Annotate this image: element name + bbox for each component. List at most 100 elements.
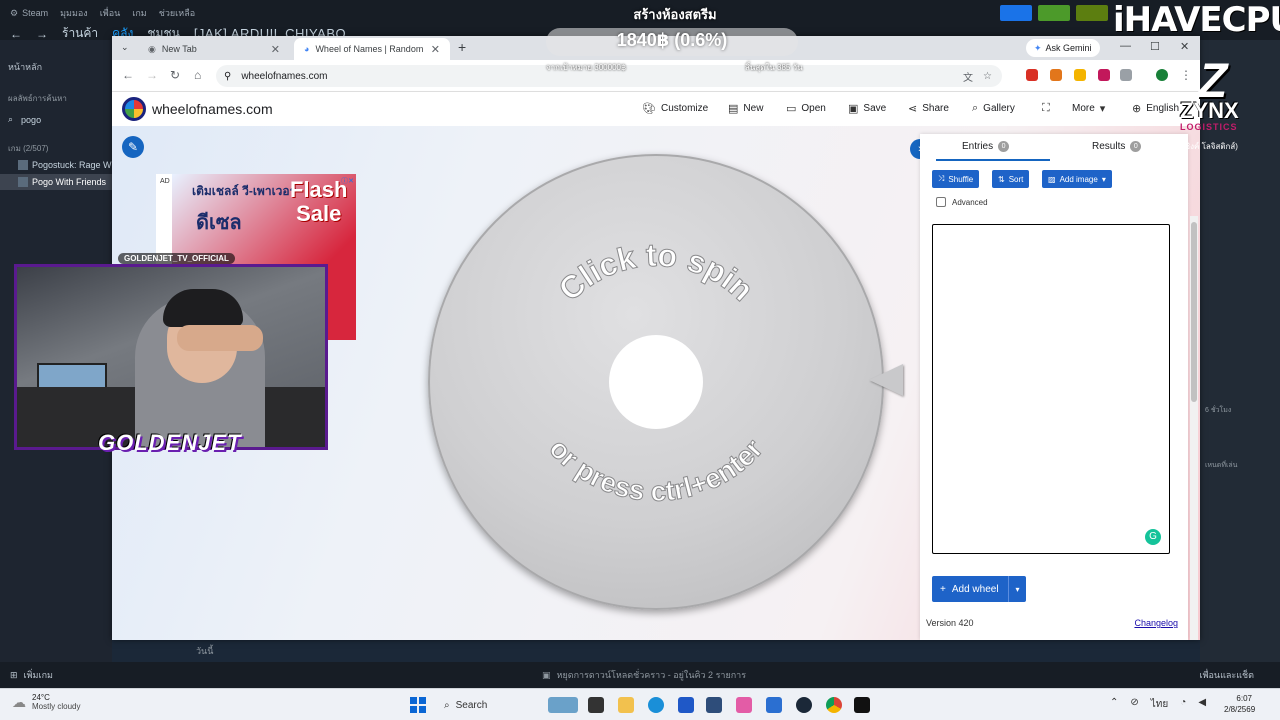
tab-results[interactable]: Results 0 xyxy=(1092,141,1142,152)
steam-search[interactable]: ⌕ pogo xyxy=(8,114,41,125)
minimize-icon[interactable]: — xyxy=(1120,40,1131,52)
grammarly-icon[interactable]: G xyxy=(1145,529,1161,545)
more-menu-icon[interactable]: ⋮ xyxy=(1180,68,1192,82)
plus-icon: ⊞ xyxy=(10,669,18,680)
steam-games-header[interactable]: เกม (2/507) xyxy=(8,142,48,155)
notification-bell-icon[interactable] xyxy=(1038,5,1070,21)
tab-entries[interactable]: Entries 0 xyxy=(962,141,1010,152)
app-icon[interactable] xyxy=(854,697,870,713)
close-icon[interactable]: ✕ xyxy=(271,43,280,56)
site-logo[interactable] xyxy=(122,97,146,121)
caret-down-icon: ▾ xyxy=(1101,174,1106,184)
edge-icon[interactable] xyxy=(648,697,664,713)
broadcast-icon[interactable] xyxy=(1000,5,1032,21)
changelog-link[interactable]: Changelog xyxy=(1134,618,1178,628)
home-icon[interactable]: ⌂ xyxy=(194,68,201,82)
back-arrow-icon[interactable]: ← xyxy=(122,68,134,82)
nav-save[interactable]: ▣ Save xyxy=(848,102,886,115)
window-close-icon[interactable]: ✕ xyxy=(1180,40,1189,53)
steam-menu-item[interactable]: ช่วยเหลือ xyxy=(159,6,195,20)
downloads-status[interactable]: ▣ หยุดการดาวน์โหลดชั่วคราว - อยู่ในคิว 2… xyxy=(542,668,746,682)
friends-chat-button[interactable]: เพื่อนและแช็ต xyxy=(1200,668,1254,682)
back-arrow-icon[interactable]: ← xyxy=(10,27,22,41)
fullscreen-button[interactable]: ⛶ xyxy=(1042,102,1050,115)
steam-sidebar-home[interactable]: หน้าหลัก xyxy=(8,60,42,74)
add-image-button[interactable]: ▨ Add image ▾ xyxy=(1042,170,1112,188)
reload-icon[interactable]: ↻ xyxy=(170,68,180,82)
add-wheel-button[interactable]: + Add wheel ▾ xyxy=(932,576,1026,602)
profile-avatar[interactable] xyxy=(1156,69,1168,81)
app-icon[interactable] xyxy=(766,697,782,713)
nav-more[interactable]: More ▾ xyxy=(1072,102,1105,115)
search-highlight-icon[interactable] xyxy=(548,697,578,713)
search-icon: ⌕ xyxy=(444,699,450,711)
steam-menu-item[interactable]: เกม xyxy=(132,6,146,20)
chrome-icon[interactable] xyxy=(826,697,842,713)
clock[interactable]: 6:07 2/8/2569 xyxy=(1224,693,1255,715)
sort-button[interactable]: ⇅ Sort xyxy=(992,170,1030,188)
new-tab-button[interactable]: + xyxy=(458,39,466,55)
steam-game-item[interactable]: Pogostuck: Rage W xyxy=(0,157,112,173)
scrollbar-thumb[interactable] xyxy=(1191,222,1197,402)
system-tray: ⌃ ⊘ ไทย ◔ ◀ xyxy=(1110,697,1206,712)
gemini-icon: ✦ xyxy=(1034,42,1042,53)
entries-textarea[interactable]: G xyxy=(932,224,1170,554)
add-game-button[interactable]: ⊞ เพิ่มเกม xyxy=(10,668,53,682)
file-explorer-icon[interactable] xyxy=(618,697,634,713)
site-name[interactable]: wheelofnames.com xyxy=(152,101,273,117)
advanced-checkbox[interactable]: Advanced xyxy=(936,197,988,207)
steam-menu-item[interactable]: ⚙ Steam xyxy=(10,6,48,20)
app-icon[interactable] xyxy=(736,697,752,713)
app-icon[interactable] xyxy=(706,697,722,713)
nav-open[interactable]: ▭ Open xyxy=(786,102,826,115)
start-windows-icon[interactable] xyxy=(410,697,426,713)
extensions-puzzle-icon[interactable] xyxy=(1120,69,1132,81)
translate-icon[interactable]: 文 xyxy=(963,69,973,84)
tab-new-tab[interactable]: ◉ New Tab ✕ xyxy=(138,38,290,60)
steam-search-value[interactable]: pogo xyxy=(21,115,41,125)
steam-icon[interactable] xyxy=(796,697,812,713)
ad-info-icon[interactable]: ⓘ✕ xyxy=(341,176,354,186)
steam-game-item[interactable]: Pogo With Friends xyxy=(0,174,112,190)
caret-down-icon[interactable]: ▾ xyxy=(1008,576,1026,602)
page-scrollbar[interactable] xyxy=(1190,216,1198,640)
ask-gemini-button[interactable]: ✦ Ask Gemini xyxy=(1026,39,1100,57)
nav-language[interactable]: ⊕ English xyxy=(1132,102,1179,115)
nav-gallery[interactable]: ⌕ Gallery xyxy=(972,102,1015,115)
ad-flash-sale: Flash Sale xyxy=(290,177,348,226)
bookmark-star-icon[interactable]: ☆ xyxy=(983,71,992,82)
extension-icon[interactable] xyxy=(1026,69,1038,81)
share-icon: ⋖ xyxy=(908,103,918,115)
close-icon[interactable]: ✕ xyxy=(431,43,440,56)
steam-menu-item[interactable]: เพื่อน xyxy=(100,6,121,20)
weather-widget[interactable]: ☁ 24°C Mostly cloudy xyxy=(12,693,80,711)
app-icon[interactable] xyxy=(678,697,694,713)
maximize-icon[interactable]: ☐ xyxy=(1150,40,1160,53)
steam-menu-item[interactable]: มุมมอง xyxy=(60,6,88,20)
tab-search-chevron-icon[interactable]: ⌄ xyxy=(121,42,129,53)
wifi-icon[interactable]: ◔ xyxy=(1180,697,1186,712)
forward-arrow-icon[interactable]: → xyxy=(146,68,158,82)
language-indicator[interactable]: ไทย xyxy=(1151,697,1168,712)
checkbox[interactable] xyxy=(936,197,946,207)
shuffle-button[interactable]: ⤨ Shuffle xyxy=(932,170,980,188)
results-count-badge: 0 xyxy=(1130,141,1142,152)
nav-share[interactable]: ⋖ Share xyxy=(908,102,949,115)
network-icon[interactable]: ⊘ xyxy=(1130,697,1138,712)
chevron-up-icon[interactable]: ⌃ xyxy=(1110,697,1118,712)
volume-icon[interactable]: ◀ xyxy=(1198,697,1206,712)
metamask-icon[interactable] xyxy=(1050,69,1062,81)
wheel-hub[interactable] xyxy=(609,335,703,429)
wheel[interactable]: Click to spin or press ctrl+enter xyxy=(428,154,884,610)
nav-customize[interactable]: 🎨︎ Customize xyxy=(642,102,708,115)
tab-wheel-of-names[interactable]: ◕ Wheel of Names | Random nan ✕ xyxy=(294,38,450,60)
nav-new[interactable]: ▤ New xyxy=(728,102,763,115)
extension-icon[interactable] xyxy=(1098,69,1110,81)
edit-pencil-icon[interactable]: ✎ xyxy=(122,136,144,158)
forward-arrow-icon[interactable]: → xyxy=(36,27,48,41)
task-view-icon[interactable] xyxy=(588,697,604,713)
steam-avatar[interactable] xyxy=(1076,5,1108,21)
extension-icon[interactable] xyxy=(1074,69,1086,81)
url-text[interactable]: wheelofnames.com xyxy=(241,71,327,82)
site-info-icon[interactable]: ⚲ xyxy=(224,71,231,82)
